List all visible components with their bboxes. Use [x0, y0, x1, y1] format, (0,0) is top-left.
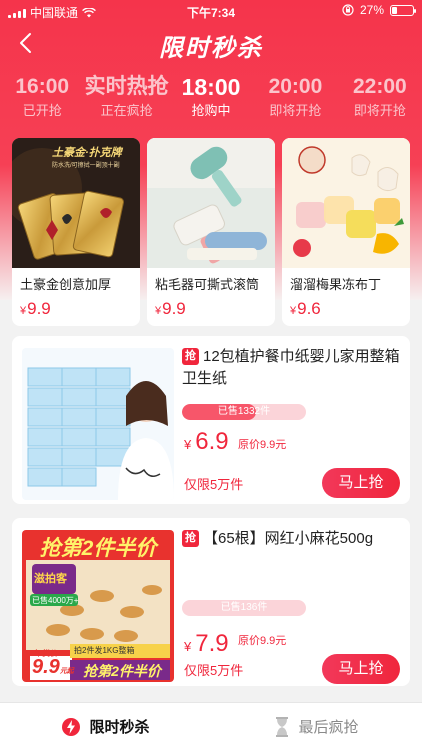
- promo-banner-top: 抢第2件半价: [39, 537, 157, 560]
- currency-symbol: ¥: [184, 437, 192, 452]
- promo-brand: 滋拍客: [34, 573, 67, 585]
- product-banner-text: 土豪金·扑克牌: [52, 147, 122, 159]
- promo-banner-bottom: 抢第2件半价: [83, 663, 161, 679]
- price-value: 9.9: [162, 299, 186, 318]
- tab-label: 限时秒杀: [89, 719, 150, 736]
- original-price: 原价9.9元: [238, 635, 287, 647]
- hourglass-icon: [276, 716, 289, 737]
- product-name: 土豪金创意加厚: [20, 277, 112, 292]
- product-title: 抢 12包植护餐巾纸婴儿家用整箱卫生纸: [182, 346, 400, 390]
- timeslot-status: 即将开抢: [353, 103, 406, 118]
- currency-symbol: ¥: [20, 305, 27, 317]
- timeslot-tabs: 16:00 已开抢 实时热抢 正在疯抢 18:00 抢购中 20:00 即将开抢…: [0, 74, 422, 124]
- timeslot-hot[interactable]: 实时热抢 正在疯抢: [84, 74, 169, 124]
- featured-product-card[interactable]: 粘毛器可撕式滚筒 ¥9.9: [147, 138, 275, 326]
- product-price: ¥9.9: [12, 293, 140, 325]
- timeslot-time: 16:00: [15, 75, 70, 98]
- lightning-icon: [62, 717, 81, 736]
- timeslot-status: 正在疯抢: [100, 103, 153, 118]
- tab-flash-sale[interactable]: 限时秒杀: [0, 703, 211, 750]
- currency-symbol: ¥: [155, 305, 162, 317]
- product-image-mahua: 抢第2件半价 滋拍客 已售4000万+ 拍2件发1KG整箱 年货价 9.9元起 …: [22, 530, 174, 682]
- product-title-text: 【65根】网红小麻花500g: [203, 530, 374, 547]
- timeslot-status: 抢购中: [191, 103, 231, 118]
- promo-price: 9.9元起: [32, 656, 74, 679]
- sold-count: 已售1332件: [217, 406, 271, 417]
- sale-price-value: 6.9: [195, 428, 229, 455]
- sold-count: 已售136件: [220, 602, 268, 613]
- timeslot-time: 实时热抢: [84, 75, 169, 98]
- product-name: 粘毛器可撕式滚筒: [155, 277, 260, 292]
- promo-price-unit: 元起: [59, 668, 74, 675]
- featured-product-card[interactable]: 土豪金·扑克牌 防水洗/可擦拭一副顶十副 土豪金创意加厚 ¥9.9: [12, 138, 140, 326]
- timeslot-2200[interactable]: 22:00 即将开抢: [338, 74, 422, 124]
- sale-price: ¥7.9: [184, 630, 229, 658]
- product-image-playing-cards: 土豪金·扑克牌 防水洗/可擦拭一副顶十副: [12, 138, 140, 268]
- nav-bar: 限时秒杀: [0, 22, 422, 64]
- original-price: 原价9.9元: [238, 439, 287, 451]
- promo-gift: 拍2件发1KG整箱: [74, 646, 135, 655]
- timeslot-status: 即将开抢: [269, 103, 322, 118]
- sale-price-value: 7.9: [195, 630, 229, 657]
- stock-limit: 仅限5万件: [184, 477, 244, 492]
- currency-symbol: ¥: [290, 305, 297, 317]
- product-image-tissues: [22, 348, 174, 500]
- price-value: 9.6: [297, 299, 321, 318]
- product-title-text: 12包植护餐巾纸婴儿家用整箱卫生纸: [182, 348, 400, 387]
- timeslot-time: 18:00: [181, 74, 241, 100]
- timeslot-time: 22:00: [352, 75, 407, 98]
- product-info: 抢 12包植护餐巾纸婴儿家用整箱卫生纸 已售1332件 ¥6.9 原价9.9元 仅…: [182, 346, 400, 498]
- promo-price-value: 9.9: [32, 656, 60, 678]
- buy-now-button[interactable]: 马上抢: [322, 468, 400, 498]
- promo-sold-badge: 已售4000万+: [32, 596, 79, 605]
- sold-progress-bar: 已售1332件: [182, 404, 306, 420]
- currency-symbol: ¥: [184, 639, 192, 654]
- product-price: ¥9.6: [282, 293, 410, 325]
- product-list-item[interactable]: 抢第2件半价 滋拍客 已售4000万+ 拍2件发1KG整箱 年货价 9.9元起 …: [12, 518, 410, 686]
- timeslot-2000[interactable]: 20:00 即将开抢: [253, 74, 337, 124]
- featured-products: 土豪金·扑克牌 防水洗/可擦拭一副顶十副 土豪金创意加厚 ¥9.9 粘毛器可撕式…: [12, 138, 410, 326]
- buy-now-button[interactable]: 马上抢: [322, 654, 400, 684]
- stock-limit: 仅限5万件: [184, 663, 244, 678]
- battery-icon: [390, 4, 416, 16]
- timeslot-1800[interactable]: 18:00 抢购中: [169, 74, 253, 124]
- timeslot-1600[interactable]: 16:00 已开抢: [0, 74, 84, 124]
- product-banner-subtext: 防水洗/可擦拭一副顶十副: [52, 163, 120, 169]
- sold-progress-bar: 已售136件: [182, 600, 306, 616]
- timeslot-status: 已开抢: [22, 103, 62, 118]
- timeslot-time: 20:00: [268, 75, 323, 98]
- flash-sale-badge: 抢: [182, 348, 199, 365]
- tab-last-rush[interactable]: 最后疯抢: [211, 703, 422, 750]
- battery-percent: 27%: [359, 3, 384, 17]
- status-bar: 中国联通 下午7:34 27%: [0, 0, 422, 22]
- product-list-item[interactable]: 抢 12包植护餐巾纸婴儿家用整箱卫生纸 已售1332件 ¥6.9 原价9.9元 仅…: [12, 336, 410, 504]
- product-price: ¥9.9: [147, 293, 275, 325]
- page-title: 限时秒杀: [159, 35, 263, 62]
- product-image-lint-roller: [147, 138, 275, 268]
- product-title: 抢【65根】网红小麻花500g: [182, 528, 400, 550]
- bottom-tab-bar: 限时秒杀 最后疯抢: [0, 702, 422, 750]
- tab-label: 最后疯抢: [298, 719, 359, 736]
- orientation-lock-icon: [342, 4, 354, 16]
- flash-sale-badge: 抢: [182, 530, 199, 547]
- product-info: 抢【65根】网红小麻花500g 已售136件 ¥7.9 原价9.9元 仅限5万件…: [182, 528, 400, 684]
- sale-price: ¥6.9: [184, 428, 229, 456]
- product-image-jelly: [282, 138, 410, 268]
- product-name: 溜溜梅果冻布丁: [290, 277, 382, 292]
- price-value: 9.9: [27, 299, 51, 318]
- featured-product-card[interactable]: 溜溜梅果冻布丁 ¥9.6: [282, 138, 410, 326]
